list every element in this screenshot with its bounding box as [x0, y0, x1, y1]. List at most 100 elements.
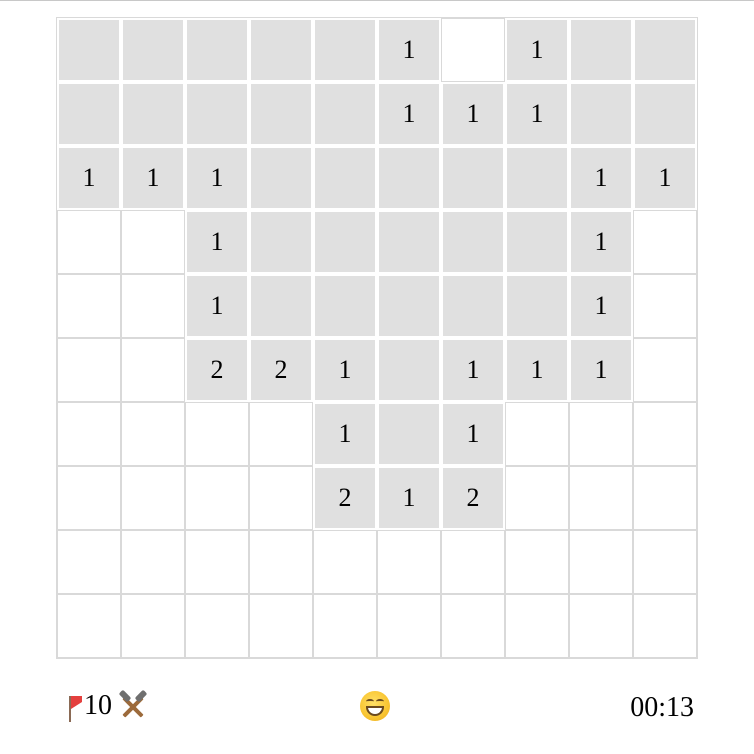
board-cell[interactable]: [57, 530, 121, 594]
board-cell[interactable]: [505, 210, 569, 274]
board-cell[interactable]: 2: [249, 338, 313, 402]
board-cell[interactable]: [377, 146, 441, 210]
board-cell[interactable]: [505, 530, 569, 594]
board-cell[interactable]: [633, 466, 697, 530]
board-cell[interactable]: [121, 594, 185, 658]
board-cell[interactable]: [121, 466, 185, 530]
board-cell[interactable]: [441, 146, 505, 210]
board-cell[interactable]: [569, 466, 633, 530]
board-cell[interactable]: 1: [569, 146, 633, 210]
board-cell[interactable]: 1: [441, 402, 505, 466]
board-cell[interactable]: [441, 594, 505, 658]
board-cell[interactable]: [185, 466, 249, 530]
board-cell[interactable]: [633, 594, 697, 658]
board-cell[interactable]: [57, 210, 121, 274]
board-cell[interactable]: 1: [313, 402, 377, 466]
board-cell[interactable]: [121, 210, 185, 274]
board-cell[interactable]: 1: [569, 338, 633, 402]
board-cell[interactable]: [505, 274, 569, 338]
board-cell[interactable]: 1: [377, 466, 441, 530]
board-cell[interactable]: [249, 210, 313, 274]
board-cell[interactable]: [185, 18, 249, 82]
board-cell[interactable]: [505, 594, 569, 658]
board-cell[interactable]: [185, 530, 249, 594]
board-cell[interactable]: [121, 82, 185, 146]
board-cell[interactable]: [313, 210, 377, 274]
board-cell[interactable]: 1: [505, 82, 569, 146]
board-cell[interactable]: [569, 18, 633, 82]
board-cell[interactable]: [377, 530, 441, 594]
board-cell[interactable]: [185, 402, 249, 466]
board-cell[interactable]: [249, 402, 313, 466]
board-cell[interactable]: 1: [313, 338, 377, 402]
board-cell[interactable]: 2: [441, 466, 505, 530]
board-cell[interactable]: [249, 466, 313, 530]
board-cell[interactable]: 1: [441, 338, 505, 402]
board-cell[interactable]: 1: [441, 82, 505, 146]
board-cell[interactable]: [633, 274, 697, 338]
board-cell[interactable]: [569, 82, 633, 146]
board-cell[interactable]: [249, 530, 313, 594]
board-cell[interactable]: [505, 146, 569, 210]
board-cell[interactable]: [313, 530, 377, 594]
board-cell[interactable]: [121, 530, 185, 594]
board-cell[interactable]: [121, 338, 185, 402]
board-cell[interactable]: [441, 18, 505, 82]
board-cell[interactable]: 1: [185, 274, 249, 338]
board-cell[interactable]: 1: [505, 18, 569, 82]
board-cell[interactable]: [57, 274, 121, 338]
board-cell[interactable]: [121, 274, 185, 338]
board-cell[interactable]: [505, 466, 569, 530]
board-cell[interactable]: [633, 210, 697, 274]
board-cell[interactable]: [441, 274, 505, 338]
board-cell[interactable]: [57, 466, 121, 530]
board-cell[interactable]: [377, 402, 441, 466]
board-cell[interactable]: 1: [57, 146, 121, 210]
board-cell[interactable]: 1: [505, 338, 569, 402]
board-cell[interactable]: [505, 402, 569, 466]
smiley-face-icon[interactable]: [360, 691, 390, 721]
board-cell[interactable]: [633, 82, 697, 146]
board-cell[interactable]: [313, 274, 377, 338]
board-cell[interactable]: [569, 530, 633, 594]
board-cell[interactable]: [57, 82, 121, 146]
board-cell[interactable]: [441, 530, 505, 594]
board-cell[interactable]: [57, 338, 121, 402]
board-cell[interactable]: [57, 402, 121, 466]
board-cell[interactable]: 1: [569, 274, 633, 338]
board-cell[interactable]: [633, 402, 697, 466]
board-cell[interactable]: [249, 274, 313, 338]
board-cell[interactable]: [249, 18, 313, 82]
board-cell[interactable]: [313, 18, 377, 82]
board-cell[interactable]: 1: [185, 210, 249, 274]
board-cell[interactable]: 1: [185, 146, 249, 210]
board-cell[interactable]: [57, 594, 121, 658]
board-cell[interactable]: [249, 82, 313, 146]
board-cell[interactable]: [377, 274, 441, 338]
minesweeper-board[interactable]: 1111111111111122111111212: [56, 17, 698, 659]
board-cell[interactable]: 1: [377, 82, 441, 146]
board-cell[interactable]: 1: [569, 210, 633, 274]
board-cell[interactable]: [313, 146, 377, 210]
board-cell[interactable]: 2: [313, 466, 377, 530]
board-cell[interactable]: [633, 18, 697, 82]
hammer-pick-icon[interactable]: [118, 689, 148, 721]
board-cell[interactable]: [313, 594, 377, 658]
board-cell[interactable]: [121, 402, 185, 466]
board-cell[interactable]: [377, 338, 441, 402]
board-cell[interactable]: [569, 594, 633, 658]
board-cell[interactable]: [633, 530, 697, 594]
board-cell[interactable]: [377, 210, 441, 274]
board-cell[interactable]: [313, 82, 377, 146]
board-cell[interactable]: [249, 594, 313, 658]
board-cell[interactable]: [121, 18, 185, 82]
board-cell[interactable]: [633, 338, 697, 402]
board-cell[interactable]: 1: [633, 146, 697, 210]
board-cell[interactable]: 1: [121, 146, 185, 210]
board-cell[interactable]: [441, 210, 505, 274]
board-cell[interactable]: [569, 402, 633, 466]
board-cell[interactable]: [57, 18, 121, 82]
board-cell[interactable]: [377, 594, 441, 658]
board-cell[interactable]: 1: [377, 18, 441, 82]
board-cell[interactable]: 2: [185, 338, 249, 402]
